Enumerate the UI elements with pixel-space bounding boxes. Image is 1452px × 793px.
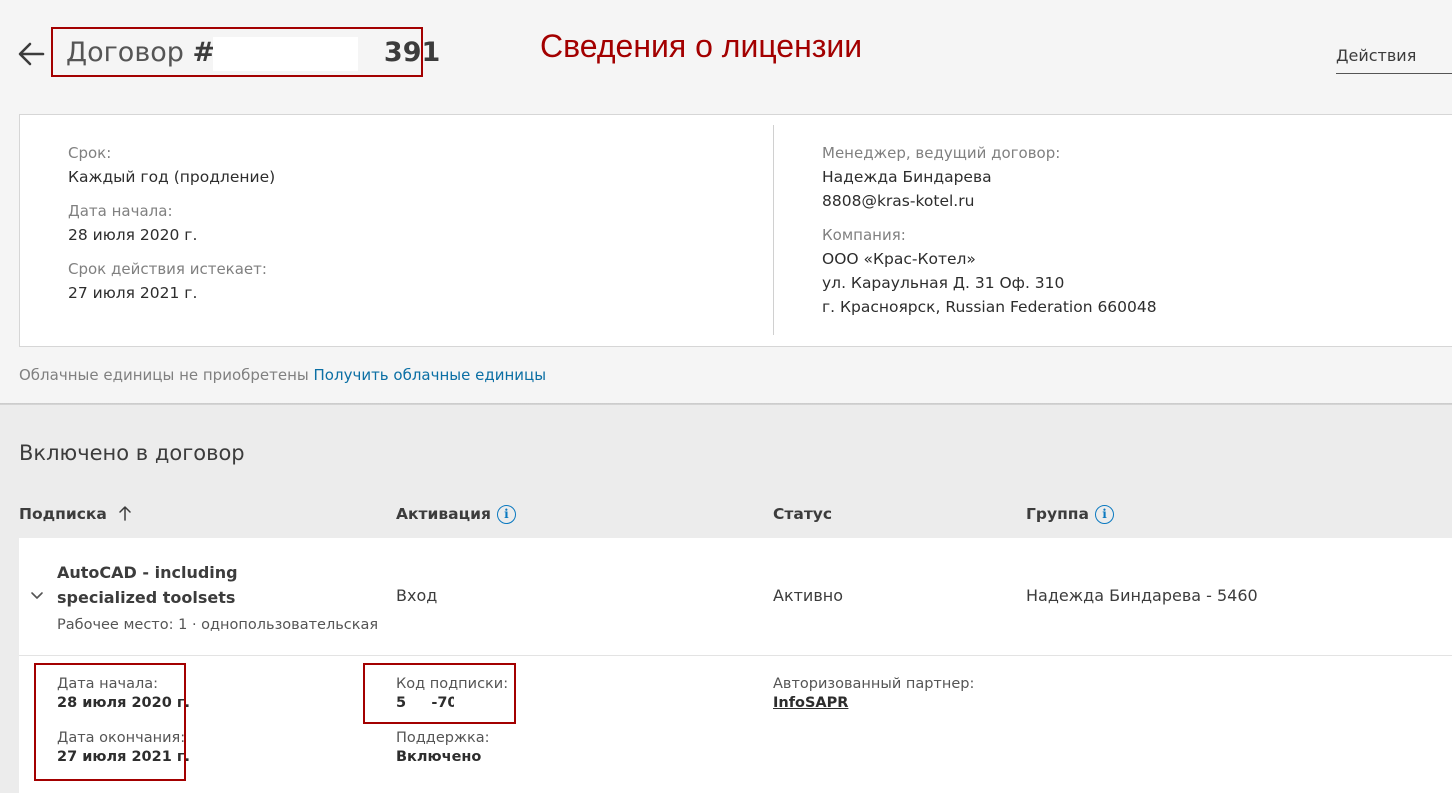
back-arrow-icon[interactable]	[17, 40, 45, 68]
column-header-subscription[interactable]: Подписка	[19, 505, 132, 523]
seat-info: Рабочее место: 1 · однопользовательская	[57, 617, 379, 633]
activation-value: Вход	[396, 586, 438, 605]
manager-email: 8808@kras-kotel.ru	[822, 192, 975, 210]
column-header-status: Статус	[773, 505, 833, 523]
company-address-line1: ул. Караульная Д. 31 Оф. 310	[822, 274, 1065, 292]
column-header-group: Группа i	[1026, 505, 1114, 524]
column-header-activation: Активация i	[396, 505, 516, 524]
start-date-label: Дата начала:	[68, 202, 173, 220]
subscription-header-label: Подписка	[19, 505, 107, 523]
manager-name: Надежда Биндарева	[822, 168, 992, 186]
company-address-line2: г. Красноярск, Russian Federation 660048	[822, 298, 1157, 316]
title-highlight-box	[51, 27, 423, 77]
info-icon[interactable]: i	[1094, 505, 1114, 524]
manager-label: Менеджер, ведущий договор:	[822, 144, 1061, 162]
partner-link[interactable]: InfoSAPR	[773, 695, 848, 711]
support-value: Включено	[396, 749, 482, 765]
term-value: Каждый год (продление)	[68, 168, 276, 186]
row-separator	[19, 655, 1452, 656]
cloud-credits-status: Облачные единицы не приобретены	[19, 366, 309, 384]
support-label: Поддержка:	[396, 730, 490, 746]
cloud-credits-text: Облачные единицы не приобретены Получить…	[19, 366, 546, 384]
start-date-value: 28 июля 2020 г.	[68, 226, 198, 244]
product-name: AutoCAD - including specialized toolsets	[57, 563, 238, 607]
chevron-down-icon[interactable]	[29, 588, 45, 604]
included-section-title: Включено в договор	[19, 441, 245, 465]
card-divider	[773, 125, 774, 335]
expire-date-value: 27 июля 2021 г.	[68, 284, 198, 302]
actions-dropdown[interactable]: Действия	[1336, 46, 1452, 74]
group-value: Надежда Биндарева - 5460	[1026, 586, 1258, 605]
company-name: ООО «Крас-Котел»	[822, 250, 976, 268]
term-label: Срок:	[68, 144, 112, 162]
activation-header-label: Активация	[396, 505, 491, 523]
dates-highlight-box	[34, 663, 186, 781]
contract-info-card	[19, 114, 1452, 347]
code-highlight-box	[363, 663, 516, 724]
info-icon[interactable]: i	[496, 505, 516, 524]
expire-date-label: Срок действия истекает:	[68, 260, 267, 278]
partner-label: Авторизованный партнер:	[773, 676, 975, 692]
get-cloud-credits-link[interactable]: Получить облачные единицы	[314, 366, 547, 384]
annotation-label: Сведения о лицензии	[540, 28, 863, 64]
status-value: Активно	[773, 586, 844, 605]
group-header-label: Группа	[1026, 505, 1089, 523]
company-label: Компания:	[822, 226, 906, 244]
arrow-up-icon	[119, 506, 132, 521]
